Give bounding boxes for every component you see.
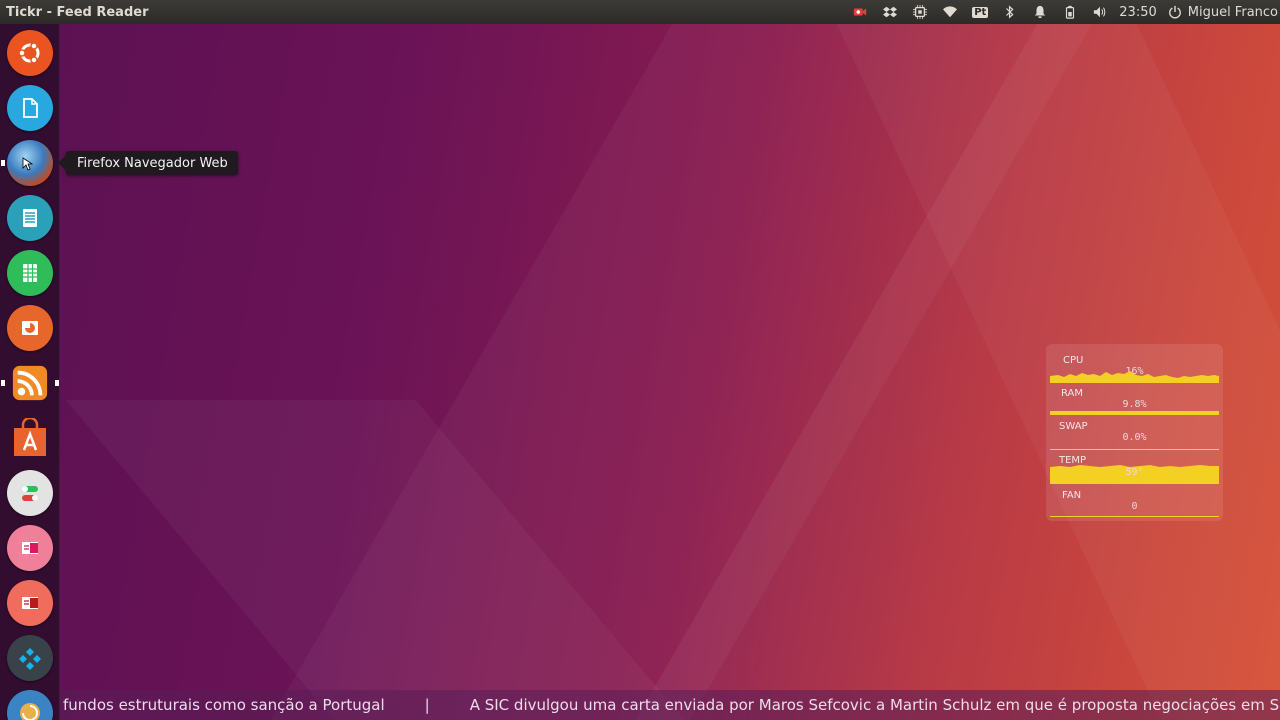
launcher-item-ubuntu-software[interactable]: [7, 415, 53, 461]
system-monitor-icon[interactable]: [905, 0, 935, 24]
news-ticker[interactable]: fundos estruturais como sanção a Portuga…: [60, 690, 1280, 720]
launcher-item-files[interactable]: [7, 85, 53, 131]
volume-icon[interactable]: [1085, 0, 1115, 24]
running-indicator: [1, 380, 5, 386]
launcher-item-system-settings[interactable]: [7, 470, 53, 516]
temp-label: TEMP: [1059, 455, 1087, 466]
software-center-icon: [14, 418, 46, 456]
wifi-icon[interactable]: [935, 0, 965, 24]
launcher-item-app-red[interactable]: [7, 580, 53, 626]
swap-value: 0.0%: [1122, 432, 1147, 443]
ticker-separator: |: [424, 696, 430, 714]
cpu-graph: [1050, 371, 1219, 383]
ram-label: RAM: [1061, 388, 1084, 399]
dropbox-icon[interactable]: [875, 0, 905, 24]
battery-icon[interactable]: [1055, 0, 1085, 24]
notification-bell-icon[interactable]: [1025, 0, 1055, 24]
focused-indicator: [55, 380, 59, 386]
launcher-item-ubuntu-dash[interactable]: [7, 30, 53, 76]
fan-label: FAN: [1062, 490, 1082, 501]
fan-value: 0: [1131, 501, 1138, 512]
ticker-item[interactable]: A SIC divulgou uma carta enviada por Mar…: [470, 696, 1279, 714]
toggle-switches-icon: [22, 486, 38, 501]
ram-bar: [1050, 411, 1219, 415]
launcher-item-libreoffice-writer[interactable]: [7, 195, 53, 241]
system-monitor-widget[interactable]: CPU 16% RAM 9.8% SWAP 0.0% TEMP 59° FAN …: [1046, 344, 1223, 521]
camera-icon[interactable]: [845, 0, 875, 24]
writer-icon: [23, 209, 37, 227]
launcher-tooltip: Firefox Navegador Web: [58, 151, 238, 175]
cpu-label: CPU: [1063, 355, 1084, 366]
ubuntu-logo-icon: [18, 42, 40, 64]
firefox-icon: [22, 157, 34, 171]
user-menu[interactable]: Miguel Franco: [1167, 0, 1280, 24]
document-icon: [23, 98, 38, 118]
swap-bar: [1050, 449, 1219, 450]
running-indicator: [1, 160, 5, 166]
ticker-item[interactable]: fundos estruturais como sanção a Portuga…: [60, 696, 385, 714]
launcher-item-app-bottom[interactable]: [7, 690, 53, 720]
keyboard-layout-label: Pt: [972, 6, 989, 18]
user-name: Miguel Franco: [1187, 4, 1278, 20]
slides-icon: [22, 597, 38, 609]
impress-icon: [22, 321, 38, 335]
fan-bar: [1050, 516, 1219, 517]
launcher-item-app-pink[interactable]: [7, 525, 53, 571]
top-panel: Tickr - Feed Reader Pt 23:50 Miguel Fran…: [0, 0, 1280, 24]
calc-icon: [23, 264, 37, 282]
rss-feed-icon: [12, 365, 48, 401]
kodi-icon: [19, 648, 41, 670]
bluetooth-icon[interactable]: [995, 0, 1025, 24]
power-icon: [1167, 0, 1183, 24]
launcher-item-libreoffice-impress[interactable]: [7, 305, 53, 351]
launcher-item-libreoffice-calc[interactable]: [7, 250, 53, 296]
swap-label: SWAP: [1059, 421, 1088, 432]
clock[interactable]: 23:50: [1115, 5, 1166, 20]
window-title: Tickr - Feed Reader: [6, 4, 149, 20]
keyboard-layout-icon[interactable]: Pt: [965, 0, 995, 24]
ram-value: 9.8%: [1122, 399, 1147, 410]
temp-value: 59°: [1125, 467, 1144, 478]
slides-icon: [22, 542, 38, 554]
tooltip-text: Firefox Navegador Web: [77, 155, 228, 171]
launcher-item-firefox[interactable]: [7, 140, 53, 186]
launcher-item-kodi[interactable]: [7, 635, 53, 681]
swirl-icon: [20, 703, 40, 720]
indicator-area: Pt 23:50 Miguel Franco: [845, 0, 1280, 24]
launcher: [0, 24, 60, 720]
launcher-item-tickr[interactable]: [7, 360, 53, 406]
